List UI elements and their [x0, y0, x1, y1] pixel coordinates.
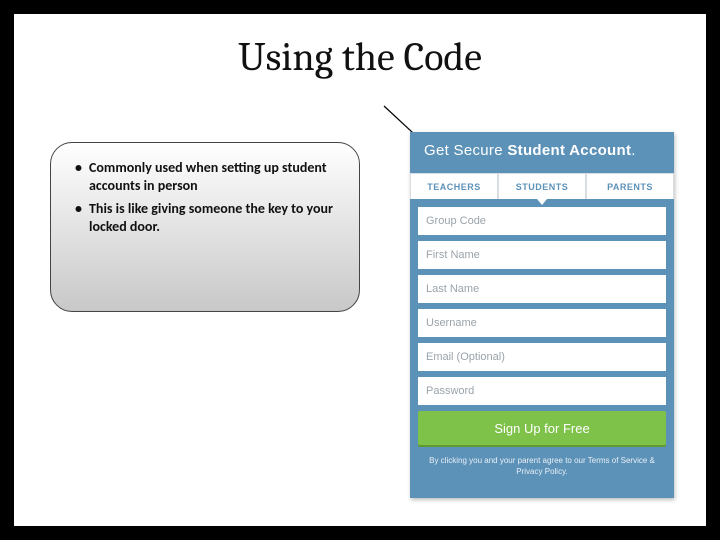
tab-students[interactable]: STUDENTS	[498, 173, 586, 199]
last-name-field[interactable]: Last Name	[418, 275, 666, 303]
panel-heading-suffix: .	[631, 142, 635, 159]
username-field[interactable]: Username	[418, 309, 666, 337]
role-tabs: TEACHERS STUDENTS PARENTS	[410, 173, 674, 199]
tab-parents[interactable]: PARENTS	[586, 173, 674, 199]
tab-teachers[interactable]: TEACHERS	[410, 173, 498, 199]
callout-box: Commonly used when setting up student ac…	[50, 142, 360, 312]
bullet-item: Commonly used when setting up student ac…	[75, 159, 341, 194]
placeholder-text: Group Code	[426, 215, 486, 227]
terms-fineprint: By clicking you and your parent agree to…	[410, 445, 674, 477]
sign-up-button[interactable]: Sign Up for Free	[418, 411, 666, 445]
placeholder-text: Email (Optional)	[426, 351, 505, 363]
slide-title: Using the Code	[14, 34, 706, 80]
group-code-field[interactable]: Group Code	[418, 207, 666, 235]
placeholder-text: Last Name	[426, 283, 479, 295]
first-name-field[interactable]: First Name	[418, 241, 666, 269]
signup-panel: Get Secure Student Account. TEACHERS STU…	[410, 132, 674, 498]
panel-heading-prefix: Get Secure	[424, 142, 507, 159]
bullet-item: This is like giving someone the key to y…	[75, 200, 341, 235]
panel-heading: Get Secure Student Account.	[410, 132, 674, 173]
slide: Using the Code Commonly used when settin…	[0, 0, 720, 540]
placeholder-text: Password	[426, 385, 474, 397]
placeholder-text: Username	[426, 317, 477, 329]
email-field[interactable]: Email (Optional)	[418, 343, 666, 371]
password-field[interactable]: Password	[418, 377, 666, 405]
placeholder-text: First Name	[426, 249, 480, 261]
panel-heading-bold: Student Account	[507, 142, 631, 159]
signup-fields: Group Code First Name Last Name Username…	[410, 199, 674, 405]
